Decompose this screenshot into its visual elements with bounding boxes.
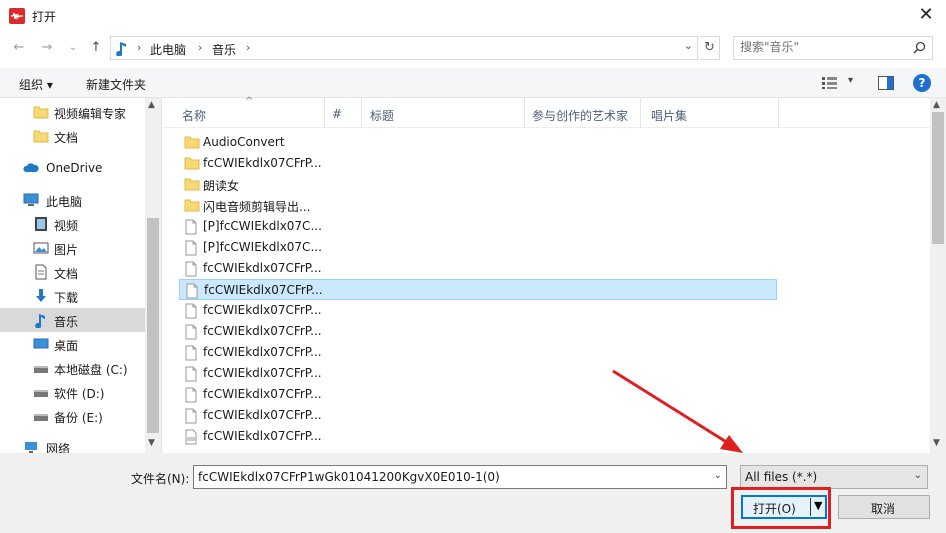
annotation-arrow bbox=[612, 369, 743, 453]
